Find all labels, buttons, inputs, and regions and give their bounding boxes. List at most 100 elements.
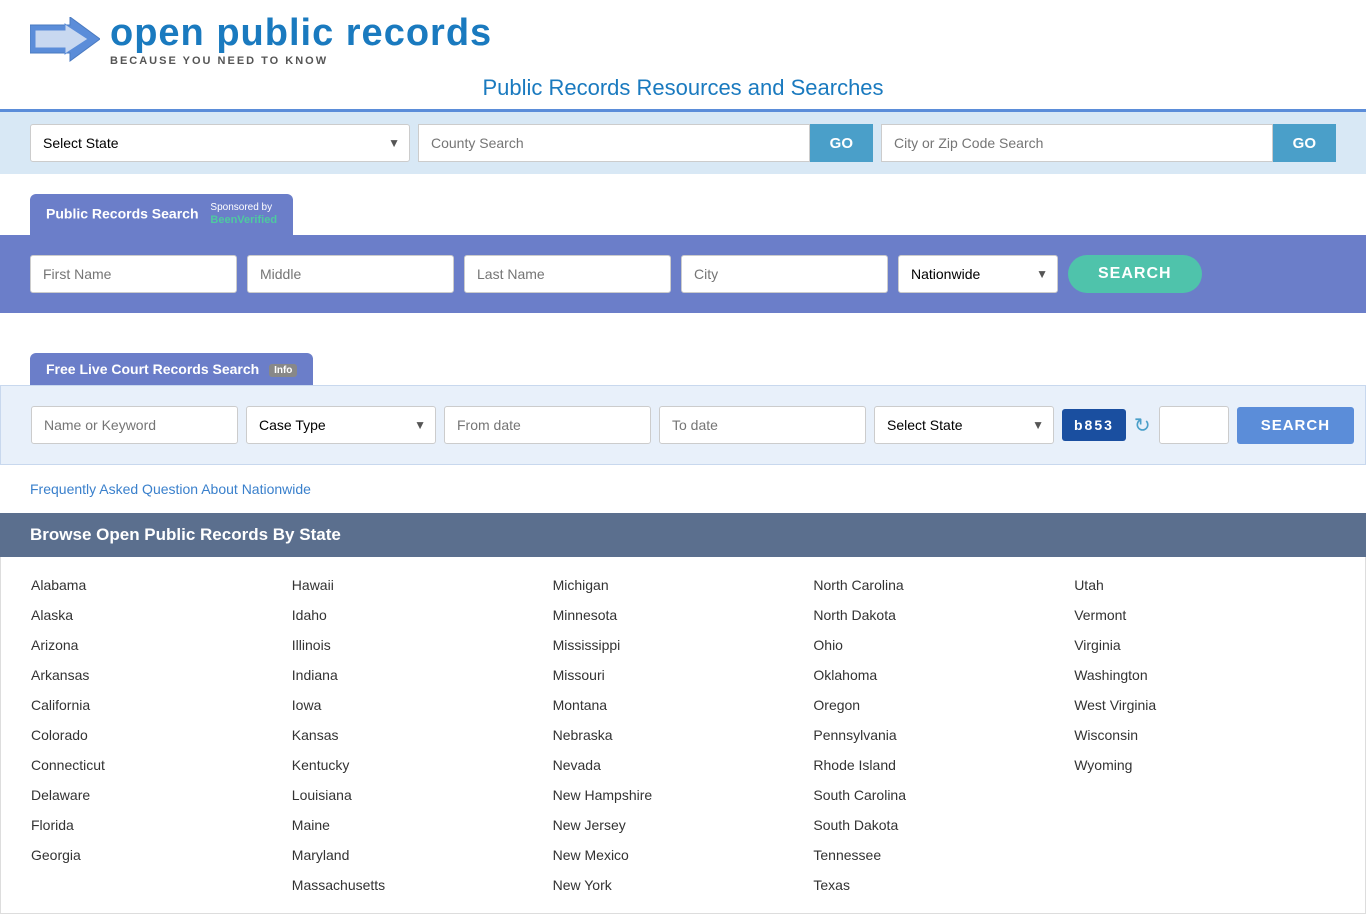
state-link[interactable]: Nevada	[553, 753, 814, 777]
nationwide-select[interactable]: Nationwide AlabamaAlaskaArizona Arkansas…	[898, 255, 1058, 293]
state-cell[interactable]: Kansas	[292, 723, 553, 747]
state-cell[interactable]: Missouri	[553, 663, 814, 687]
state-cell[interactable]: Pennsylvania	[813, 723, 1074, 747]
state-link[interactable]: Oklahoma	[813, 663, 1074, 687]
state-cell[interactable]: New Jersey	[553, 813, 814, 837]
state-link[interactable]: Indiana	[292, 663, 553, 687]
city-input[interactable]	[681, 255, 888, 293]
state-select[interactable]: Select State AlabamaAlaskaArizona Arkans…	[30, 124, 410, 162]
captcha-refresh-icon[interactable]: ↻	[1134, 413, 1151, 438]
state-link[interactable]: New Mexico	[553, 843, 814, 867]
state-cell[interactable]: New Mexico	[553, 843, 814, 867]
last-name-input[interactable]	[464, 255, 671, 293]
state-cell[interactable]: Texas	[813, 873, 1074, 897]
state-cell[interactable]: Washington	[1074, 663, 1335, 687]
state-cell[interactable]: Louisiana	[292, 783, 553, 807]
state-link[interactable]: Connecticut	[31, 753, 292, 777]
state-cell[interactable]: Connecticut	[31, 753, 292, 777]
state-link[interactable]: Michigan	[553, 573, 814, 597]
state-link[interactable]: Tennessee	[813, 843, 1074, 867]
county-go-button[interactable]: GO	[810, 124, 873, 162]
state-link[interactable]: Delaware	[31, 783, 292, 807]
state-cell[interactable]: New Hampshire	[553, 783, 814, 807]
state-link[interactable]: Alabama	[31, 573, 292, 597]
state-cell[interactable]: Arkansas	[31, 663, 292, 687]
state-cell[interactable]: Ohio	[813, 633, 1074, 657]
state-link[interactable]: Colorado	[31, 723, 292, 747]
state-cell[interactable]: South Dakota	[813, 813, 1074, 837]
state-link[interactable]: New Hampshire	[553, 783, 814, 807]
state-cell[interactable]: Maryland	[292, 843, 553, 867]
state-cell[interactable]: West Virginia	[1074, 693, 1335, 717]
state-cell[interactable]: Nevada	[553, 753, 814, 777]
state-link[interactable]: Ohio	[813, 633, 1074, 657]
state-link[interactable]: Montana	[553, 693, 814, 717]
first-name-input[interactable]	[30, 255, 237, 293]
state-cell[interactable]: Maine	[292, 813, 553, 837]
state-link[interactable]: Wyoming	[1074, 753, 1335, 777]
captcha-input[interactable]	[1159, 406, 1229, 444]
state-cell[interactable]: Kentucky	[292, 753, 553, 777]
from-date-input[interactable]	[444, 406, 651, 444]
state-link[interactable]: Mississippi	[553, 633, 814, 657]
state-link[interactable]: Kentucky	[292, 753, 553, 777]
state-cell[interactable]: Montana	[553, 693, 814, 717]
state-link[interactable]: California	[31, 693, 292, 717]
state-cell[interactable]: Arizona	[31, 633, 292, 657]
state-link[interactable]: North Carolina	[813, 573, 1074, 597]
state-link[interactable]: Minnesota	[553, 603, 814, 627]
state-cell[interactable]: Rhode Island	[813, 753, 1074, 777]
state-cell[interactable]: Mississippi	[553, 633, 814, 657]
state-cell[interactable]: Georgia	[31, 843, 292, 867]
city-search-input[interactable]	[881, 124, 1273, 162]
state-link[interactable]: Pennsylvania	[813, 723, 1074, 747]
state-link[interactable]: Iowa	[292, 693, 553, 717]
state-cell[interactable]: Nebraska	[553, 723, 814, 747]
state-link[interactable]: Missouri	[553, 663, 814, 687]
state-cell[interactable]: Minnesota	[553, 603, 814, 627]
state-cell[interactable]: Hawaii	[292, 573, 553, 597]
state-link[interactable]: South Carolina	[813, 783, 1074, 807]
state-cell[interactable]: Vermont	[1074, 603, 1335, 627]
state-link[interactable]: Utah	[1074, 573, 1335, 597]
state-cell[interactable]: Michigan	[553, 573, 814, 597]
state-link[interactable]: Rhode Island	[813, 753, 1074, 777]
state-link[interactable]: Maryland	[292, 843, 553, 867]
state-cell[interactable]: North Dakota	[813, 603, 1074, 627]
state-link[interactable]: Florida	[31, 813, 292, 837]
state-cell[interactable]: Alaska	[31, 603, 292, 627]
state-link[interactable]: Georgia	[31, 843, 292, 867]
court-search-button[interactable]: SEARCH	[1237, 407, 1354, 444]
state-cell[interactable]: California	[31, 693, 292, 717]
state-link[interactable]: Maine	[292, 813, 553, 837]
county-search-input[interactable]	[418, 124, 810, 162]
state-link[interactable]: Nebraska	[553, 723, 814, 747]
state-cell[interactable]: Idaho	[292, 603, 553, 627]
state-link[interactable]: Massachusetts	[292, 873, 553, 897]
state-link[interactable]: Oregon	[813, 693, 1074, 717]
state-cell[interactable]: Utah	[1074, 573, 1335, 597]
city-go-button[interactable]: GO	[1273, 124, 1336, 162]
state-link[interactable]: Idaho	[292, 603, 553, 627]
keyword-input[interactable]	[31, 406, 238, 444]
state-cell[interactable]: Iowa	[292, 693, 553, 717]
state-cell[interactable]: Wisconsin	[1074, 723, 1335, 747]
state-cell[interactable]: Virginia	[1074, 633, 1335, 657]
state-link[interactable]: Arkansas	[31, 663, 292, 687]
state-link[interactable]: Virginia	[1074, 633, 1335, 657]
state-cell[interactable]: Florida	[31, 813, 292, 837]
state-cell[interactable]: Illinois	[292, 633, 553, 657]
state-link[interactable]: Arizona	[31, 633, 292, 657]
court-state-select[interactable]: Select State AlabamaAlaskaArizona Arkans…	[874, 406, 1054, 444]
state-link[interactable]: Texas	[813, 873, 1074, 897]
state-link[interactable]: Louisiana	[292, 783, 553, 807]
state-link[interactable]: Vermont	[1074, 603, 1335, 627]
state-link[interactable]: New York	[553, 873, 814, 897]
state-link[interactable]: South Dakota	[813, 813, 1074, 837]
state-cell[interactable]: Massachusetts	[292, 873, 553, 897]
middle-name-input[interactable]	[247, 255, 454, 293]
state-link[interactable]: Kansas	[292, 723, 553, 747]
state-cell[interactable]: South Carolina	[813, 783, 1074, 807]
state-link[interactable]: Hawaii	[292, 573, 553, 597]
state-cell[interactable]: Tennessee	[813, 843, 1074, 867]
